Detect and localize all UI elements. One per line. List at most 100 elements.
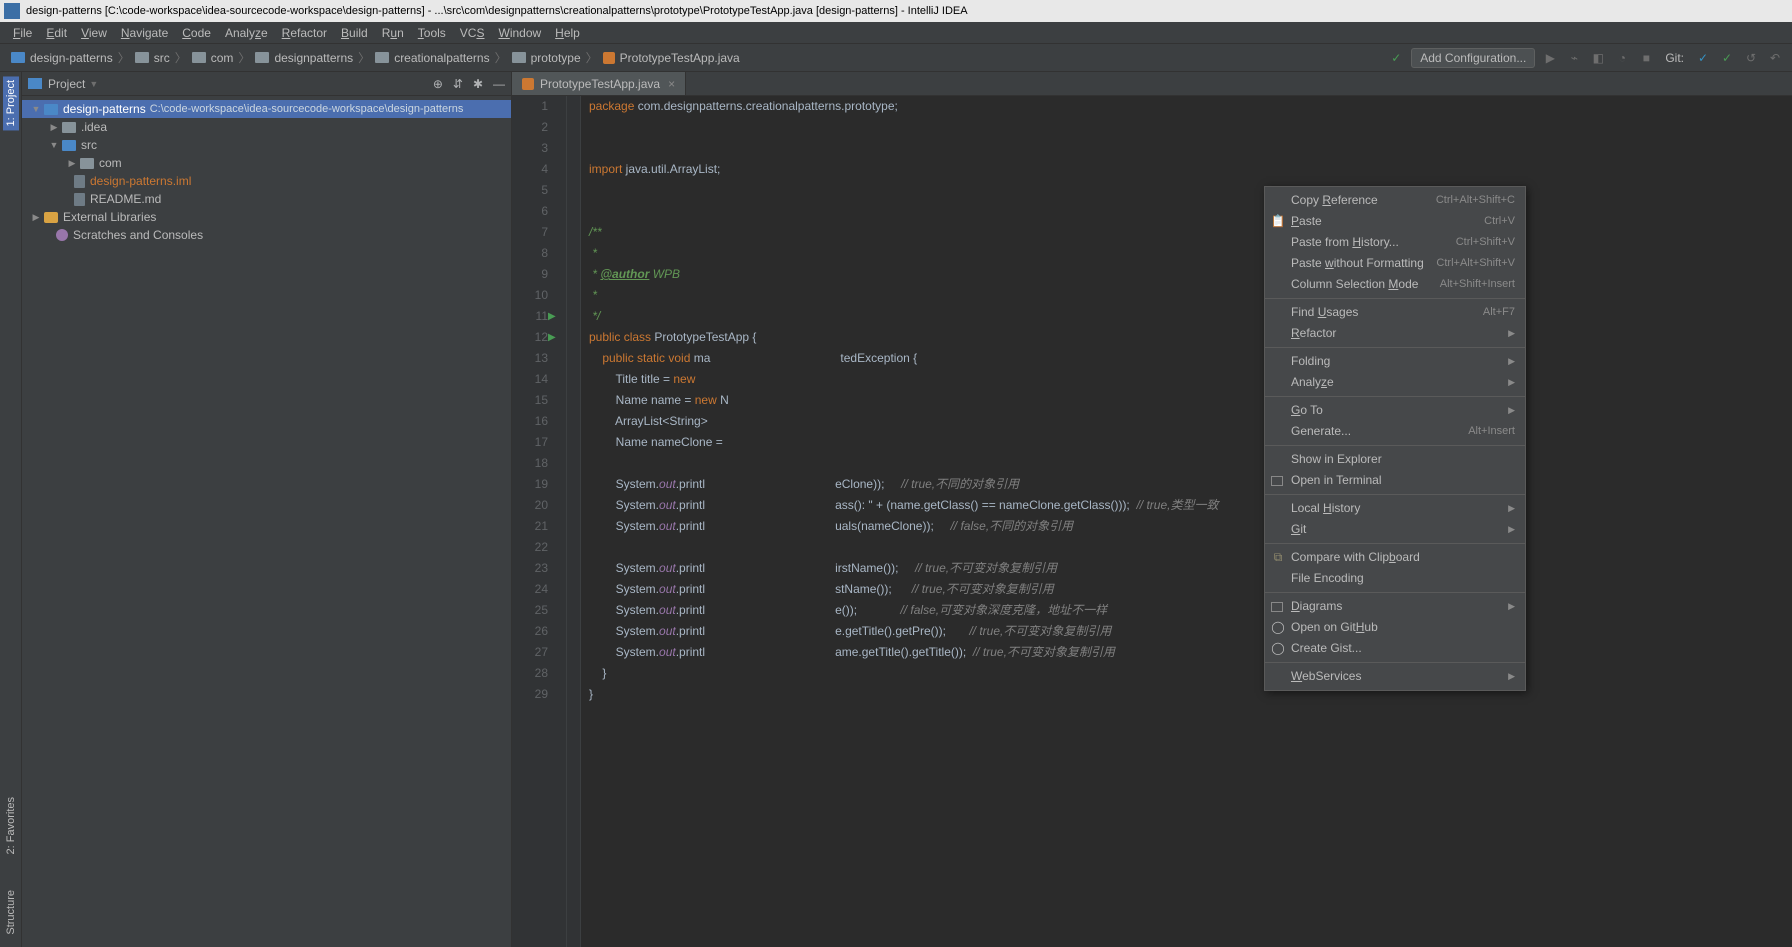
menu-vcs[interactable]: VCS bbox=[453, 26, 492, 40]
breadcrumb-root[interactable]: design-patterns bbox=[8, 51, 116, 65]
revert-icon[interactable]: ↶ bbox=[1766, 49, 1784, 67]
menu-file[interactable]: File bbox=[6, 26, 39, 40]
ctx-refactor[interactable]: Refactor▶ bbox=[1265, 323, 1525, 344]
menu-analyze[interactable]: Analyze bbox=[218, 26, 275, 40]
folder-icon bbox=[135, 52, 149, 63]
term-icon bbox=[1271, 476, 1283, 486]
ctx-open-on-github[interactable]: ◯Open on GitHub bbox=[1265, 617, 1525, 638]
project-tree[interactable]: ▼ design-patternsC:\code-workspace\idea-… bbox=[22, 96, 511, 248]
ctx-paste[interactable]: 📋PasteCtrl+V bbox=[1265, 211, 1525, 232]
editor-area: PrototypeTestApp.java × 1234 5678 910 11… bbox=[512, 72, 1792, 947]
breadcrumb-designpatterns[interactable]: designpatterns bbox=[252, 51, 356, 65]
build-icon[interactable]: ✓ bbox=[1387, 49, 1405, 67]
menu-window[interactable]: Window bbox=[491, 26, 548, 40]
tree-idea[interactable]: ▶.idea bbox=[22, 118, 511, 136]
java-class-icon bbox=[522, 78, 534, 90]
main-menu-bar: File Edit View Navigate Code Analyze Ref… bbox=[0, 22, 1792, 44]
tool-tab-favorites[interactable]: 2: Favorites bbox=[5, 793, 17, 858]
folder-icon bbox=[192, 52, 206, 63]
code-editor[interactable]: 1234 5678 910 11▶ 12▶ 13141516 17181920 … bbox=[512, 96, 1792, 947]
code-content[interactable]: package com.designpatterns.creationalpat… bbox=[581, 96, 1792, 947]
menu-build[interactable]: Build bbox=[334, 26, 375, 40]
folder-icon bbox=[255, 52, 269, 63]
menu-refactor[interactable]: Refactor bbox=[275, 26, 334, 40]
tree-src[interactable]: ▼src bbox=[22, 136, 511, 154]
diag-icon bbox=[1271, 602, 1283, 612]
add-configuration-button[interactable]: Add Configuration... bbox=[1411, 48, 1535, 68]
folder-icon bbox=[512, 52, 526, 63]
tree-external-libs[interactable]: ▶External Libraries bbox=[22, 208, 511, 226]
profile-icon[interactable]: ◔ bbox=[1613, 49, 1631, 67]
editor-tabs: PrototypeTestApp.java × bbox=[512, 72, 1792, 96]
tool-tab-project[interactable]: 1: Project bbox=[3, 76, 19, 130]
window-title-bar: design-patterns [C:\code-workspace\idea-… bbox=[0, 0, 1792, 22]
chevron-down-icon[interactable]: ▼ bbox=[89, 79, 98, 89]
ctx-compare-with-clipboard[interactable]: ⧉Compare with Clipboard bbox=[1265, 547, 1525, 568]
md-file-icon bbox=[74, 193, 85, 206]
ctx-folding[interactable]: Folding▶ bbox=[1265, 351, 1525, 372]
settings-icon[interactable]: ✱ bbox=[473, 77, 483, 91]
project-tool-window: Project ▼ ⊕ ⇵ ✱ — ▼ design-patternsC:\co… bbox=[22, 72, 512, 947]
menu-navigate[interactable]: Navigate bbox=[114, 26, 175, 40]
close-tab-icon[interactable]: × bbox=[668, 77, 675, 91]
paste-icon: 📋 bbox=[1271, 215, 1285, 229]
ctx-show-in-explorer[interactable]: Show in Explorer bbox=[1265, 449, 1525, 470]
coverage-icon[interactable]: ◧ bbox=[1589, 49, 1607, 67]
fold-strip[interactable] bbox=[567, 96, 581, 947]
ctx-analyze[interactable]: Analyze▶ bbox=[1265, 372, 1525, 393]
run-icon[interactable]: ▶ bbox=[1541, 49, 1559, 67]
ctx-column-selection-mode[interactable]: Column Selection ModeAlt+Shift+Insert bbox=[1265, 274, 1525, 295]
menu-view[interactable]: View bbox=[74, 26, 114, 40]
ctx-git[interactable]: Git▶ bbox=[1265, 519, 1525, 540]
breadcrumb-src[interactable]: src bbox=[132, 51, 173, 65]
breadcrumb-com[interactable]: com bbox=[189, 51, 237, 65]
menu-help[interactable]: Help bbox=[548, 26, 587, 40]
gh-icon: ◯ bbox=[1271, 642, 1285, 656]
tab-prototype-test[interactable]: PrototypeTestApp.java × bbox=[512, 72, 686, 95]
ctx-copy-reference[interactable]: Copy ReferenceCtrl+Alt+Shift+C bbox=[1265, 190, 1525, 211]
tree-root[interactable]: ▼ design-patternsC:\code-workspace\idea-… bbox=[22, 100, 511, 118]
menu-edit[interactable]: Edit bbox=[39, 26, 74, 40]
clip-icon: ⧉ bbox=[1271, 551, 1285, 565]
scroll-from-source-icon[interactable]: ⊕ bbox=[433, 77, 443, 91]
menu-run[interactable]: Run bbox=[375, 26, 411, 40]
history-icon[interactable]: ↺ bbox=[1742, 49, 1760, 67]
menu-tools[interactable]: Tools bbox=[411, 26, 453, 40]
ctx-diagrams[interactable]: Diagrams▶ bbox=[1265, 596, 1525, 617]
ctx-generate-[interactable]: Generate...Alt+Insert bbox=[1265, 421, 1525, 442]
tab-label: PrototypeTestApp.java bbox=[540, 77, 660, 91]
git-label: Git: bbox=[1665, 51, 1684, 65]
tree-scratches[interactable]: Scratches and Consoles bbox=[22, 226, 511, 244]
update-project-icon[interactable]: ✓ bbox=[1694, 49, 1712, 67]
ctx-paste-without-formatting[interactable]: Paste without FormattingCtrl+Alt+Shift+V bbox=[1265, 253, 1525, 274]
ctx-go-to[interactable]: Go To▶ bbox=[1265, 400, 1525, 421]
tool-tab-structure[interactable]: Structure bbox=[5, 886, 17, 939]
breadcrumb-prototype[interactable]: prototype bbox=[509, 51, 584, 65]
library-icon bbox=[44, 212, 58, 223]
ctx-paste-from-history-[interactable]: Paste from History...Ctrl+Shift+V bbox=[1265, 232, 1525, 253]
package-icon bbox=[80, 158, 94, 169]
ctx-open-in-terminal[interactable]: Open in Terminal bbox=[1265, 470, 1525, 491]
tool-window-bar-left: 1: Project 2: Favorites Structure bbox=[0, 72, 22, 947]
ctx-create-gist-[interactable]: ◯Create Gist... bbox=[1265, 638, 1525, 659]
run-gutter-icon[interactable]: ▶ bbox=[548, 306, 556, 327]
ctx-find-usages[interactable]: Find UsagesAlt+F7 bbox=[1265, 302, 1525, 323]
breadcrumb-creational[interactable]: creationalpatterns bbox=[372, 51, 492, 65]
tree-com[interactable]: ▶com bbox=[22, 154, 511, 172]
hide-icon[interactable]: — bbox=[493, 77, 505, 91]
commit-icon[interactable]: ✓ bbox=[1718, 49, 1736, 67]
breadcrumb-file[interactable]: PrototypeTestApp.java bbox=[600, 51, 743, 65]
tree-iml[interactable]: design-patterns.iml bbox=[22, 172, 511, 190]
menu-code[interactable]: Code bbox=[175, 26, 218, 40]
line-gutter[interactable]: 1234 5678 910 11▶ 12▶ 13141516 17181920 … bbox=[512, 96, 567, 947]
ctx-local-history[interactable]: Local History▶ bbox=[1265, 498, 1525, 519]
ctx-file-encoding[interactable]: File Encoding bbox=[1265, 568, 1525, 589]
ctx-webservices[interactable]: WebServices▶ bbox=[1265, 666, 1525, 687]
project-view-label[interactable]: Project bbox=[48, 77, 85, 91]
debug-icon[interactable]: ⌁ bbox=[1565, 49, 1583, 67]
collapse-all-icon[interactable]: ⇵ bbox=[453, 77, 463, 91]
run-gutter-icon[interactable]: ▶ bbox=[548, 327, 556, 348]
navigation-bar: design-patterns〉 src〉 com〉 designpattern… bbox=[0, 44, 1792, 72]
tree-readme[interactable]: README.md bbox=[22, 190, 511, 208]
stop-icon[interactable]: ■ bbox=[1637, 49, 1655, 67]
